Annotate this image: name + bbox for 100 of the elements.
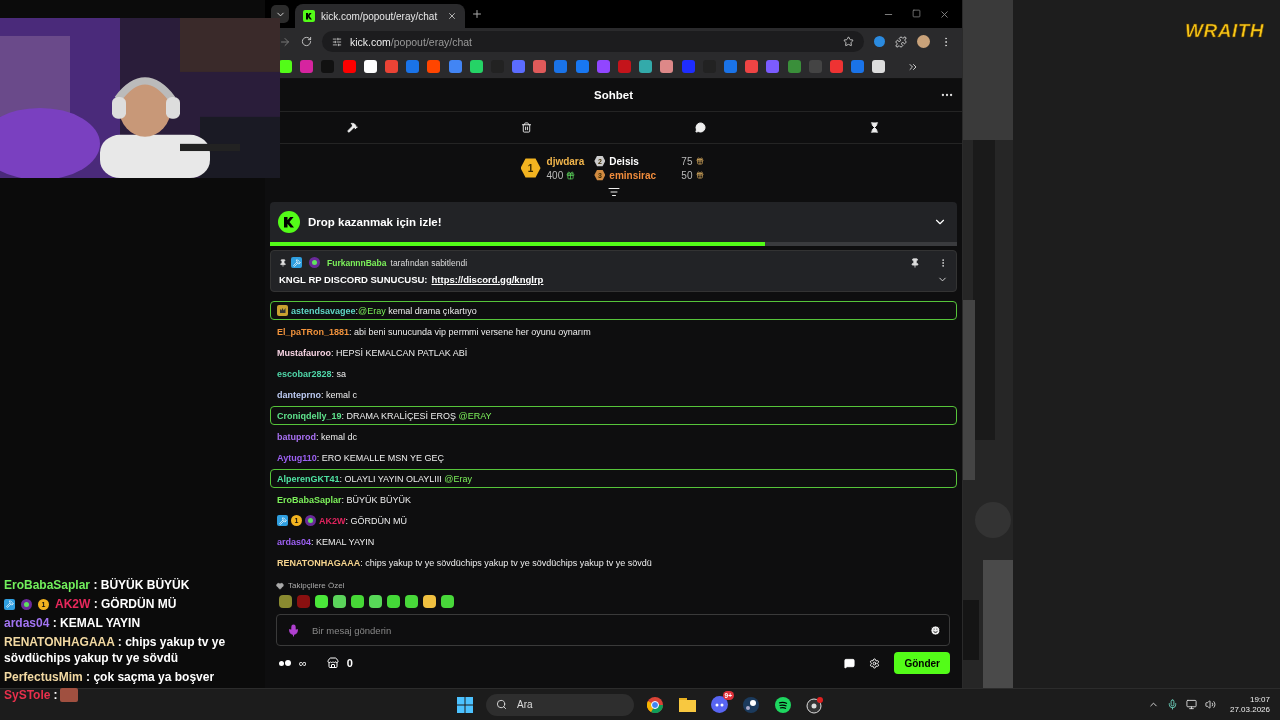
kick-logo-icon <box>278 211 300 233</box>
drop-banner[interactable]: Drop kazanmak için izle! <box>270 202 957 246</box>
profile-avatar-icon[interactable] <box>917 35 930 48</box>
moderator-badge-icon <box>291 257 302 268</box>
overlay-message: AK2W : GÖRDÜN MÜ <box>55 596 177 612</box>
hammer-icon[interactable] <box>344 120 360 135</box>
message-text: El_paTRon_1881: abi beni sunucunda vip permmi versene her oyunu oynarım <box>277 326 591 337</box>
message-text: danteprno: kemal c <box>277 389 358 400</box>
microphone-icon[interactable] <box>287 623 300 637</box>
overlay-username: SySTole <box>4 688 51 702</box>
dots-icon[interactable] <box>279 660 291 666</box>
site-info-icon[interactable] <box>332 36 342 47</box>
message-text: Croniqdelly_19: DRAMA KRALİÇESİ EROŞ @ERAY <box>277 410 492 421</box>
message-text: escobar2828: sa <box>277 368 347 379</box>
clock-date: 27.03.2026 <box>1229 705 1270 714</box>
discord-link[interactable]: https://discord.gg/knglrp <box>431 274 933 285</box>
unpin-icon[interactable] <box>910 257 920 268</box>
message-text: Mustafauroo: HEPSİ KEMALCAN PATLAK ABİ <box>277 347 468 358</box>
emote-icon[interactable] <box>351 595 364 608</box>
message-text: AlperenGKT41: OLAYLI YAYIN OLAYLIII @Eray <box>277 473 472 484</box>
url-path: /popout/eray/chat <box>390 35 473 48</box>
emote-icon[interactable] <box>387 595 400 608</box>
close-icon[interactable] <box>939 8 950 20</box>
search-input[interactable]: Ara <box>515 698 619 711</box>
emote-icon <box>60 688 79 702</box>
message-text: Aytug110: ERO KEMALLE MSN YE GEÇ <box>277 452 445 463</box>
message-text: RENATONHAGAAA: chips yakup tv ye sövdüchips yakup tv ye sövdüchips yakup tv ye sövdü <box>277 557 652 568</box>
moderator-badge-icon <box>277 515 288 526</box>
leaderboard-name: Deisis <box>609 155 640 167</box>
bookmark-icon[interactable] <box>363 60 377 73</box>
store-count: 0 <box>346 657 353 669</box>
volume-icon[interactable] <box>1204 699 1216 710</box>
reload-icon[interactable] <box>301 36 312 47</box>
extension-icon[interactable] <box>874 36 885 47</box>
subscriber-badge-icon <box>21 598 32 610</box>
bookmark-star-icon[interactable] <box>843 36 854 47</box>
message-text: batuprod: kemal dc <box>277 431 358 442</box>
emote-icon[interactable] <box>279 595 292 608</box>
search-icon <box>496 699 507 710</box>
emote-icon[interactable] <box>369 595 382 608</box>
settings-icon[interactable] <box>869 657 881 669</box>
bookmark-icon[interactable] <box>469 60 483 73</box>
clock-time: 19:07 <box>1249 695 1270 704</box>
store-icon[interactable] <box>326 657 339 669</box>
message-text: AK2W: GÖRDÜN MÜ <box>319 515 407 526</box>
send-button[interactable]: Gönder <box>894 652 950 674</box>
filter-icon[interactable] <box>607 186 620 198</box>
gift-icon <box>696 157 705 165</box>
network-icon[interactable] <box>1185 699 1197 710</box>
taskbar-search[interactable]: Ara <box>486 693 634 716</box>
subscriber-badge-icon <box>305 515 316 526</box>
gift-amount: 50 <box>681 169 693 181</box>
clock[interactable]: 19:07 27.03.2026 <box>1229 695 1270 714</box>
crown-badge-icon <box>277 305 288 316</box>
gift-icon <box>696 171 705 179</box>
pinned-by-text: tarafından sabitlendi <box>390 257 469 268</box>
chat-bubble-icon[interactable] <box>693 120 709 135</box>
pinned-by-name: FurkannnBaba <box>327 257 387 268</box>
extensions-icon[interactable] <box>895 35 907 48</box>
message-text: ardas04: KEMAL YAYIN <box>277 536 375 547</box>
overlay-message: ardas04 : KEMAL YAYIN <box>4 615 141 631</box>
overlay-message: PerfectusMim : çok saçma ya boşver <box>4 669 215 685</box>
leaderboard-name: eminsirac <box>609 169 658 181</box>
url-host: kick.com <box>350 35 391 48</box>
microphone-icon[interactable] <box>1166 699 1178 710</box>
name-separator: : <box>53 688 58 702</box>
leaderboard-name: djwdara <box>546 155 585 167</box>
browser-tab[interactable]: kick.com/popout/eray/chat <box>295 4 465 28</box>
message-text: EroBabaSaplar: BÜYÜK BÜYÜK <box>277 494 412 505</box>
points-value: ∞ <box>299 657 307 669</box>
overlay-message: EroBabaSaplar : BÜYÜK BÜYÜK <box>4 577 190 593</box>
pinned-text: KNGL RP DISCORD SUNUCUSU: <box>279 274 428 285</box>
emote-icon[interactable] <box>315 595 328 608</box>
gift-amount: 400 <box>546 169 564 181</box>
rank-badge: 1 <box>520 158 541 178</box>
message-text: astendsavagee:@Eray kemal drama çıkartıyo <box>291 305 477 316</box>
chat-bubble-icon[interactable] <box>844 657 856 669</box>
message-text-input[interactable]: Bir mesaj gönderin <box>310 623 920 637</box>
emote-icon[interactable] <box>333 595 346 608</box>
emote-icon[interactable] <box>423 595 436 608</box>
heart-icon <box>276 581 284 590</box>
moderator-badge-icon <box>4 598 15 610</box>
emote-icon[interactable] <box>441 595 454 608</box>
close-tab-icon[interactable] <box>447 11 457 21</box>
drop-title: Drop kazanmak için izle! <box>308 216 443 228</box>
subscriber-badge-icon <box>309 257 320 268</box>
wraith-logo: WRAITH <box>1185 20 1264 42</box>
gift-amount: 75 <box>681 155 693 167</box>
bookmark-icon[interactable] <box>872 60 886 73</box>
emote-section-label: Takipçilere Özel <box>288 581 345 590</box>
gift-icon <box>566 170 576 180</box>
emoji-icon[interactable] <box>930 624 941 636</box>
message-input[interactable]: Bir mesaj gönderin <box>276 614 950 646</box>
kick-favicon-icon <box>303 10 315 22</box>
pin-icon <box>279 258 287 267</box>
address-bar[interactable]: kick.com/popout/eray/chat <box>322 31 864 52</box>
emote-icon[interactable] <box>405 595 418 608</box>
tab-title: kick.com/popout/eray/chat <box>321 10 439 22</box>
new-tab-icon[interactable] <box>471 8 483 20</box>
chat-title: Sohbet <box>594 89 633 101</box>
